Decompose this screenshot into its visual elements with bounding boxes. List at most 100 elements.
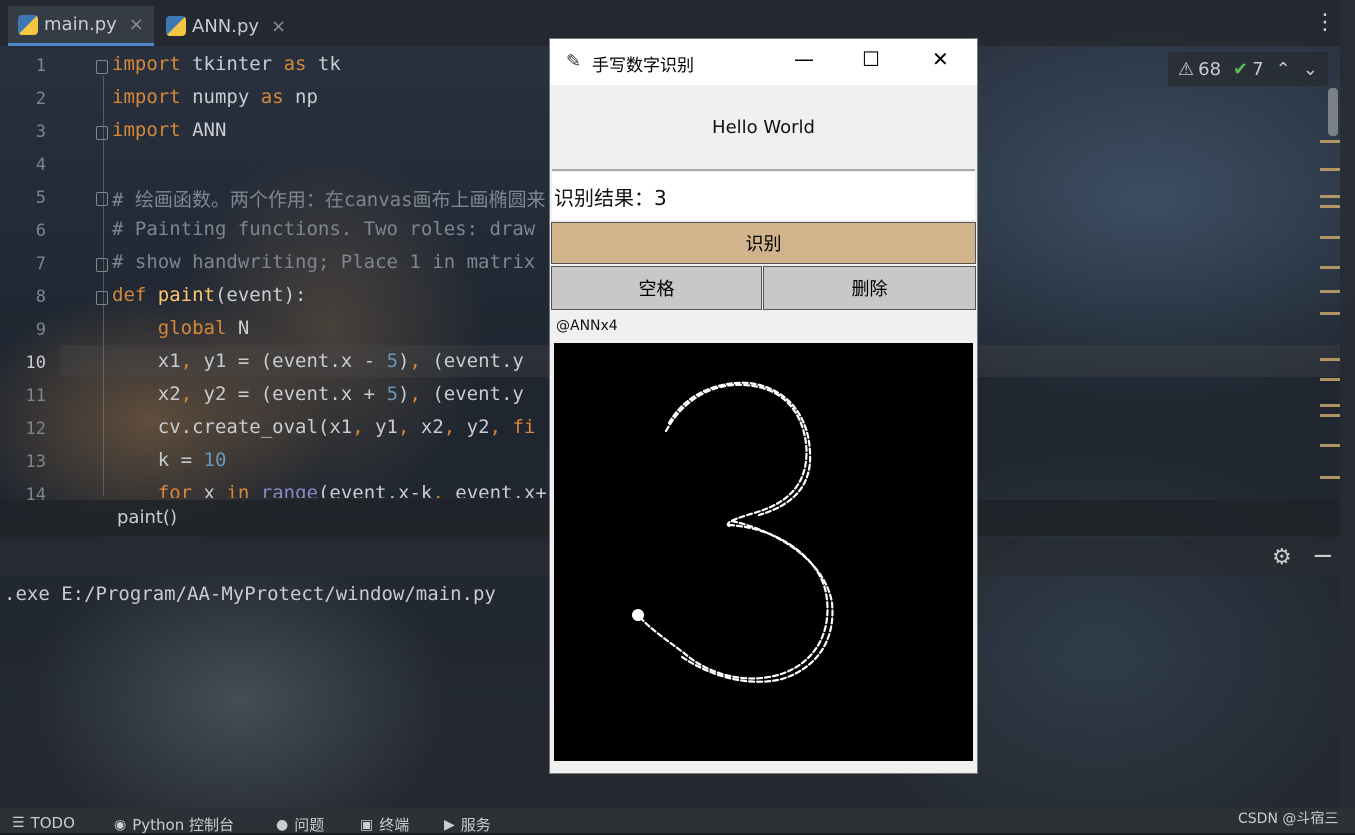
delete-button[interactable]: 删除 <box>763 266 976 310</box>
python-file-icon <box>166 16 186 36</box>
stroke-end-dot <box>632 609 644 621</box>
watermark: CSDN @斗宿三 <box>1238 811 1339 827</box>
python-icon: ◉ <box>114 816 127 833</box>
minimize-panel-icon[interactable]: − <box>1312 541 1334 571</box>
line-number: 2 <box>35 89 46 109</box>
right-tool-strip <box>1340 0 1355 808</box>
chevron-down-icon[interactable]: ⌄ <box>1303 59 1318 80</box>
scroll-marker <box>1320 312 1340 315</box>
recognize-button[interactable]: 识别 <box>551 222 976 264</box>
fold-marker-icon[interactable] <box>96 60 108 74</box>
problems-icon: ● <box>276 816 289 833</box>
breadcrumb-item[interactable]: paint() <box>117 507 177 528</box>
ok-count: 7 <box>1252 58 1264 80</box>
scroll-marker <box>1320 168 1340 171</box>
close-window-button[interactable]: ✕ <box>932 47 949 71</box>
code-line[interactable]: x1, y1 = (event.x - 5), (event.y <box>112 350 524 372</box>
fold-marker-icon[interactable] <box>96 192 108 206</box>
services-icon: ▶ <box>444 816 455 833</box>
gear-icon[interactable]: ⚙ <box>1272 545 1292 570</box>
fold-marker-icon[interactable] <box>96 126 108 140</box>
line-number: 11 <box>25 386 46 406</box>
code-line[interactable]: cv.create_oval(x1, y1, x2, y2, fi <box>112 416 536 438</box>
scroll-marker <box>1320 404 1340 407</box>
line-number: 6 <box>35 221 46 241</box>
code-line[interactable]: import tkinter as tk <box>112 53 341 75</box>
more-options-icon[interactable]: ⋮ <box>1314 10 1336 35</box>
line-number: 8 <box>35 287 46 307</box>
space-button[interactable]: 空格 <box>551 266 762 310</box>
scroll-marker <box>1320 140 1340 143</box>
line-number: 7 <box>35 254 46 274</box>
scroll-marker <box>1320 290 1340 293</box>
scroll-marker <box>1320 414 1340 417</box>
feather-icon: ✎ <box>566 51 582 72</box>
terminal-icon: ▣ <box>360 816 374 833</box>
chevron-up-icon[interactable]: ⌃ <box>1276 59 1291 80</box>
scroll-marker <box>1320 236 1340 239</box>
fold-marker-icon[interactable] <box>96 258 108 272</box>
result-field: 识别结果：3 <box>552 172 975 220</box>
services-label: 服务 <box>460 816 491 834</box>
line-number: 12 <box>25 419 46 439</box>
scroll-marker <box>1320 266 1340 269</box>
tk-title-bar[interactable]: ✎ 手写数字识别 — ☐ ✕ <box>550 39 977 85</box>
code-line[interactable]: import numpy as np <box>112 86 318 108</box>
console-output: .exe E:/Program/AA-MyProtect/window/main… <box>4 583 496 605</box>
code-line[interactable]: k = 10 <box>112 449 227 471</box>
hello-label: Hello World <box>712 116 815 138</box>
scroll-marker <box>1320 205 1340 208</box>
tool-window-bar: ☰ TODO ◉ Python 控制台 ● 问题 ▣ 终端 ▶ 服务 <box>0 808 1355 835</box>
divider <box>552 169 975 171</box>
line-number: 4 <box>35 155 46 175</box>
scroll-marker <box>1320 444 1340 447</box>
todo-tool-button[interactable]: ☰ TODO <box>12 814 75 832</box>
code-line[interactable]: # Painting functions. Two roles: draw <box>112 218 535 240</box>
checkmark-icon: ✔ <box>1233 58 1249 80</box>
code-line[interactable]: global N <box>112 317 250 339</box>
credit-label: @ANNx4 <box>556 318 618 334</box>
editor-scrollbar[interactable] <box>1328 88 1338 136</box>
code-line[interactable]: def paint(event): <box>112 284 307 306</box>
warning-icon: ⚠ <box>1178 58 1195 80</box>
tab-label: main.py <box>44 14 117 35</box>
python-file-icon <box>18 14 38 35</box>
problems-tool-button[interactable]: ● 问题 <box>276 814 324 835</box>
python-console-tool-button[interactable]: ◉ Python 控制台 <box>114 814 234 835</box>
scroll-marker <box>1320 476 1340 479</box>
window-title: 手写数字识别 <box>592 56 694 76</box>
code-line[interactable]: # 绘画函数。两个作用：在canvas画布上画椭圆来 <box>112 185 546 212</box>
list-icon: ☰ <box>12 815 25 831</box>
todo-label: TODO <box>30 814 75 832</box>
indent-guide <box>103 76 104 496</box>
code-line[interactable]: # show handwriting; Place 1 in matrix <box>112 251 535 273</box>
scroll-marker <box>1320 358 1340 361</box>
tab-main-py[interactable]: main.py × <box>8 6 154 46</box>
handwritten-digit-3 <box>632 381 834 683</box>
result-text: 识别结果：3 <box>554 185 667 210</box>
code-line[interactable]: x2, y2 = (event.x + 5), (event.y <box>112 383 524 405</box>
line-number: 13 <box>25 452 46 472</box>
minimize-window-button[interactable]: — <box>794 47 814 71</box>
line-number: 5 <box>35 188 46 208</box>
python-console-label: Python 控制台 <box>132 816 234 834</box>
code-line[interactable]: import ANN <box>112 119 226 141</box>
services-tool-button[interactable]: ▶ 服务 <box>444 814 491 835</box>
scroll-marker <box>1320 378 1340 381</box>
close-icon[interactable]: × <box>129 14 144 35</box>
code-line[interactable]: for x in range(event.x-k, event.x+ <box>112 482 547 498</box>
warning-count: 68 <box>1198 58 1222 80</box>
line-number: 3 <box>35 122 46 142</box>
line-number: 10 <box>25 353 46 373</box>
terminal-tool-button[interactable]: ▣ 终端 <box>360 814 409 835</box>
inspection-widget[interactable]: ⚠ 68 ✔ 7 ⌃ ⌄ <box>1168 52 1328 86</box>
line-number-gutter: 1 2 3 4 5 6 7 8 9 10 11 12 13 14 <box>0 48 60 505</box>
scroll-marker <box>1320 195 1340 198</box>
fold-marker-icon[interactable] <box>96 291 108 305</box>
drawing-canvas[interactable] <box>554 343 973 761</box>
tab-ann-py[interactable]: ANN.py × <box>156 6 296 46</box>
maximize-window-button[interactable]: ☐ <box>862 47 880 71</box>
tab-label: ANN.py <box>192 15 260 37</box>
close-icon[interactable]: × <box>271 16 286 37</box>
terminal-label: 终端 <box>379 816 410 834</box>
